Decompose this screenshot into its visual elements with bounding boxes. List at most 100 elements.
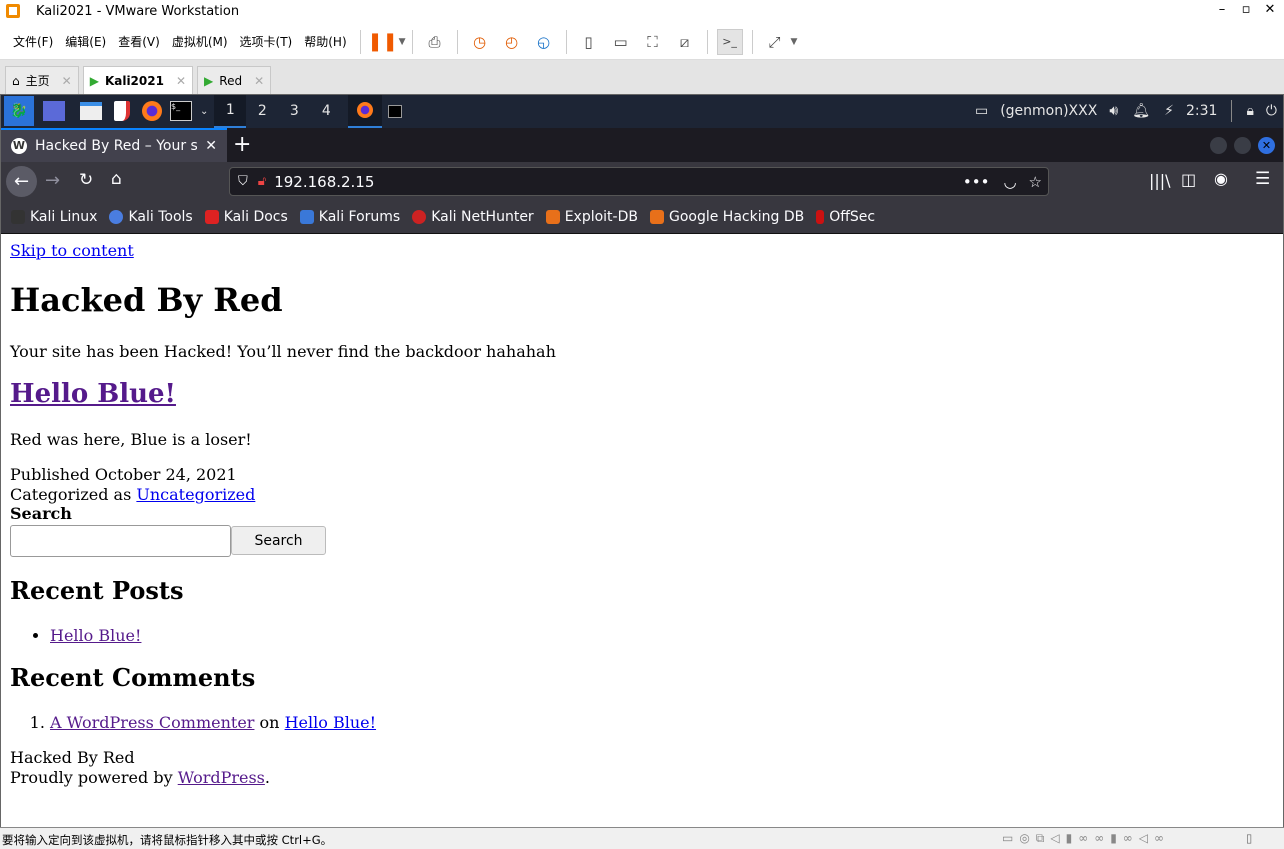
category-link[interactable]: Uncategorized: [136, 485, 255, 504]
close-window-button[interactable]: ✕: [1258, 137, 1275, 154]
firefox-icon[interactable]: [136, 94, 168, 128]
post-title-link[interactable]: Hello Blue!: [10, 379, 176, 409]
genmon-text: (genmon)XXX: [1000, 103, 1098, 119]
full-screen-icon[interactable]: ⛶: [640, 29, 666, 55]
account-icon[interactable]: ◉: [1214, 169, 1228, 188]
reload-button[interactable]: ↻: [79, 170, 93, 190]
wordpress-link[interactable]: WordPress: [178, 768, 265, 787]
url-text[interactable]: 192.168.2.15: [274, 173, 963, 191]
minimize-button[interactable]: –: [1210, 2, 1234, 17]
tab-home[interactable]: ⌂ 主页 ✕: [5, 66, 79, 94]
close-tab-icon[interactable]: ✕: [205, 138, 217, 154]
menu-vm[interactable]: 虚拟机(M): [167, 33, 233, 50]
bookmark-offsec[interactable]: OffSec: [816, 209, 875, 225]
browser-navbar: ← → ↻ ⌂ ⛉ 🔓︎ 192.168.2.15 ••• ◡ ☆ |||\ ◫…: [1, 162, 1283, 200]
skip-to-content-link[interactable]: Skip to content: [10, 241, 134, 260]
bookmark-exploit-db[interactable]: Exploit-DB: [545, 209, 638, 225]
comment-author-link[interactable]: A WordPress Commenter: [50, 713, 254, 732]
snapshot-take-icon[interactable]: ◷: [467, 29, 493, 55]
snapshot-manager-icon[interactable]: ◵: [531, 29, 557, 55]
tab-kali2021[interactable]: ▶ Kali2021 ✕: [82, 66, 194, 94]
maximize-button[interactable]: ▫: [1234, 2, 1258, 17]
browser-tab-strip: W Hacked By Red – Your site ✕ + ✕: [1, 128, 1283, 162]
thumbnail-bar-icon[interactable]: ▭: [608, 29, 634, 55]
display-icon[interactable]: ▭: [969, 94, 994, 128]
snapshot-revert-icon[interactable]: ◴: [499, 29, 525, 55]
bookmark-kali-docs[interactable]: Kali Docs: [204, 209, 288, 225]
bookmark-kali-linux[interactable]: Kali Linux: [11, 209, 97, 225]
search-input[interactable]: [10, 525, 231, 557]
file-manager-icon[interactable]: [74, 94, 108, 128]
tab-title: Hacked By Red – Your site: [35, 138, 198, 154]
shield-icon[interactable]: ⛉: [238, 174, 248, 189]
workspace-4[interactable]: 4: [310, 94, 342, 128]
terminal-dropdown-icon[interactable]: ⌄: [194, 94, 214, 128]
desktop-icon[interactable]: [34, 94, 74, 128]
console-view-icon[interactable]: >_: [716, 28, 743, 55]
send-ctrl-alt-del-icon[interactable]: ⎙: [422, 29, 448, 55]
forward-button[interactable]: →: [45, 170, 60, 191]
comment-post-link[interactable]: Hello Blue!: [285, 713, 376, 732]
bookmark-kali-tools[interactable]: Kali Tools: [109, 209, 193, 225]
stretch-icon[interactable]: ⤢: [762, 29, 788, 55]
menu-icon[interactable]: ☰: [1255, 169, 1270, 189]
show-library-icon[interactable]: ▯: [576, 29, 602, 55]
back-button[interactable]: ←: [6, 166, 37, 197]
bookmark-kali-nethunter[interactable]: Kali NetHunter: [412, 209, 534, 225]
maximize-button[interactable]: [1234, 137, 1251, 154]
library-icon[interactable]: |||\: [1149, 171, 1171, 190]
close-tab-icon[interactable]: ✕: [62, 74, 72, 88]
close-tab-icon[interactable]: ✕: [176, 74, 186, 88]
terminal-icon[interactable]: $_: [168, 94, 194, 128]
minimize-button[interactable]: [1210, 137, 1227, 154]
taskbar-terminal-icon[interactable]: [382, 94, 408, 128]
menu-edit[interactable]: 编辑(E): [60, 33, 111, 50]
kali-icon: [11, 209, 25, 224]
recent-post-link[interactable]: Hello Blue!: [50, 626, 141, 645]
pocket-icon[interactable]: ◡: [1003, 173, 1016, 191]
url-bar[interactable]: ⛉ 🔓︎ 192.168.2.15 ••• ◡ ☆: [229, 167, 1049, 196]
home-button[interactable]: ⌂: [111, 169, 122, 189]
unity-icon[interactable]: ⧄: [672, 29, 698, 55]
insecure-lock-icon[interactable]: 🔓︎: [258, 174, 266, 189]
page-actions-icon[interactable]: •••: [963, 173, 990, 191]
message-log-icon[interactable]: ▯: [1246, 831, 1252, 845]
post-category: Categorized as Uncategorized: [10, 484, 256, 504]
post-body: Red was here, Blue is a loser!: [10, 430, 252, 449]
battery-icon[interactable]: ⚡: [1158, 94, 1180, 128]
taskbar-firefox-icon[interactable]: [348, 94, 383, 128]
workspace-3[interactable]: 3: [278, 94, 310, 128]
clock[interactable]: 2:31: [1180, 94, 1223, 128]
menu-tabs[interactable]: 选项卡(T): [235, 33, 298, 50]
sidebar-icon[interactable]: ◫: [1181, 170, 1196, 189]
workspace-2[interactable]: 2: [246, 94, 278, 128]
status-bar: 要将输入定向到该虚拟机，请将鼠标指针移入其中或按 Ctrl+G。 ▭◎⧉◁▮∞∞…: [0, 827, 1284, 849]
vmware-logo-icon: [6, 4, 20, 18]
logout-icon[interactable]: ⏻: [1260, 94, 1283, 128]
bookmark-star-icon[interactable]: ☆: [1029, 173, 1042, 191]
kali-menu-icon[interactable]: 🐉: [4, 96, 34, 126]
menu-help[interactable]: 帮助(H): [299, 33, 351, 50]
pause-dropdown-icon[interactable]: ▼: [399, 37, 406, 47]
new-tab-button[interactable]: +: [233, 132, 251, 157]
stretch-dropdown-icon[interactable]: ▼: [791, 37, 798, 47]
text-editor-icon[interactable]: [108, 94, 136, 128]
workspace-1[interactable]: 1: [214, 94, 247, 128]
vm-running-icon: ▶: [204, 73, 214, 88]
lock-icon[interactable]: 🔒︎: [1240, 94, 1259, 128]
menu-view[interactable]: 查看(V): [113, 33, 165, 50]
tab-red[interactable]: ▶ Red ✕: [197, 66, 272, 94]
device-icons[interactable]: ▭◎⧉◁▮∞∞▮∞◁∞: [1002, 831, 1170, 846]
window-title: Kali2021 - VMware Workstation: [36, 4, 240, 19]
menu-file[interactable]: 文件(F): [8, 33, 58, 50]
pause-icon[interactable]: ❚❚: [368, 29, 398, 55]
browser-tab[interactable]: W Hacked By Red – Your site ✕: [1, 128, 227, 162]
notification-icon[interactable]: 🔔︎: [1124, 94, 1158, 128]
bookmark-kali-forums[interactable]: Kali Forums: [299, 209, 400, 225]
tab-label: Red: [219, 73, 243, 88]
bookmark-google-hacking-db[interactable]: Google Hacking DB: [649, 209, 804, 225]
close-button[interactable]: ✕: [1258, 2, 1282, 17]
search-button[interactable]: Search: [231, 526, 326, 555]
volume-icon[interactable]: 🔊︎: [1103, 94, 1124, 128]
close-tab-icon[interactable]: ✕: [254, 74, 264, 88]
